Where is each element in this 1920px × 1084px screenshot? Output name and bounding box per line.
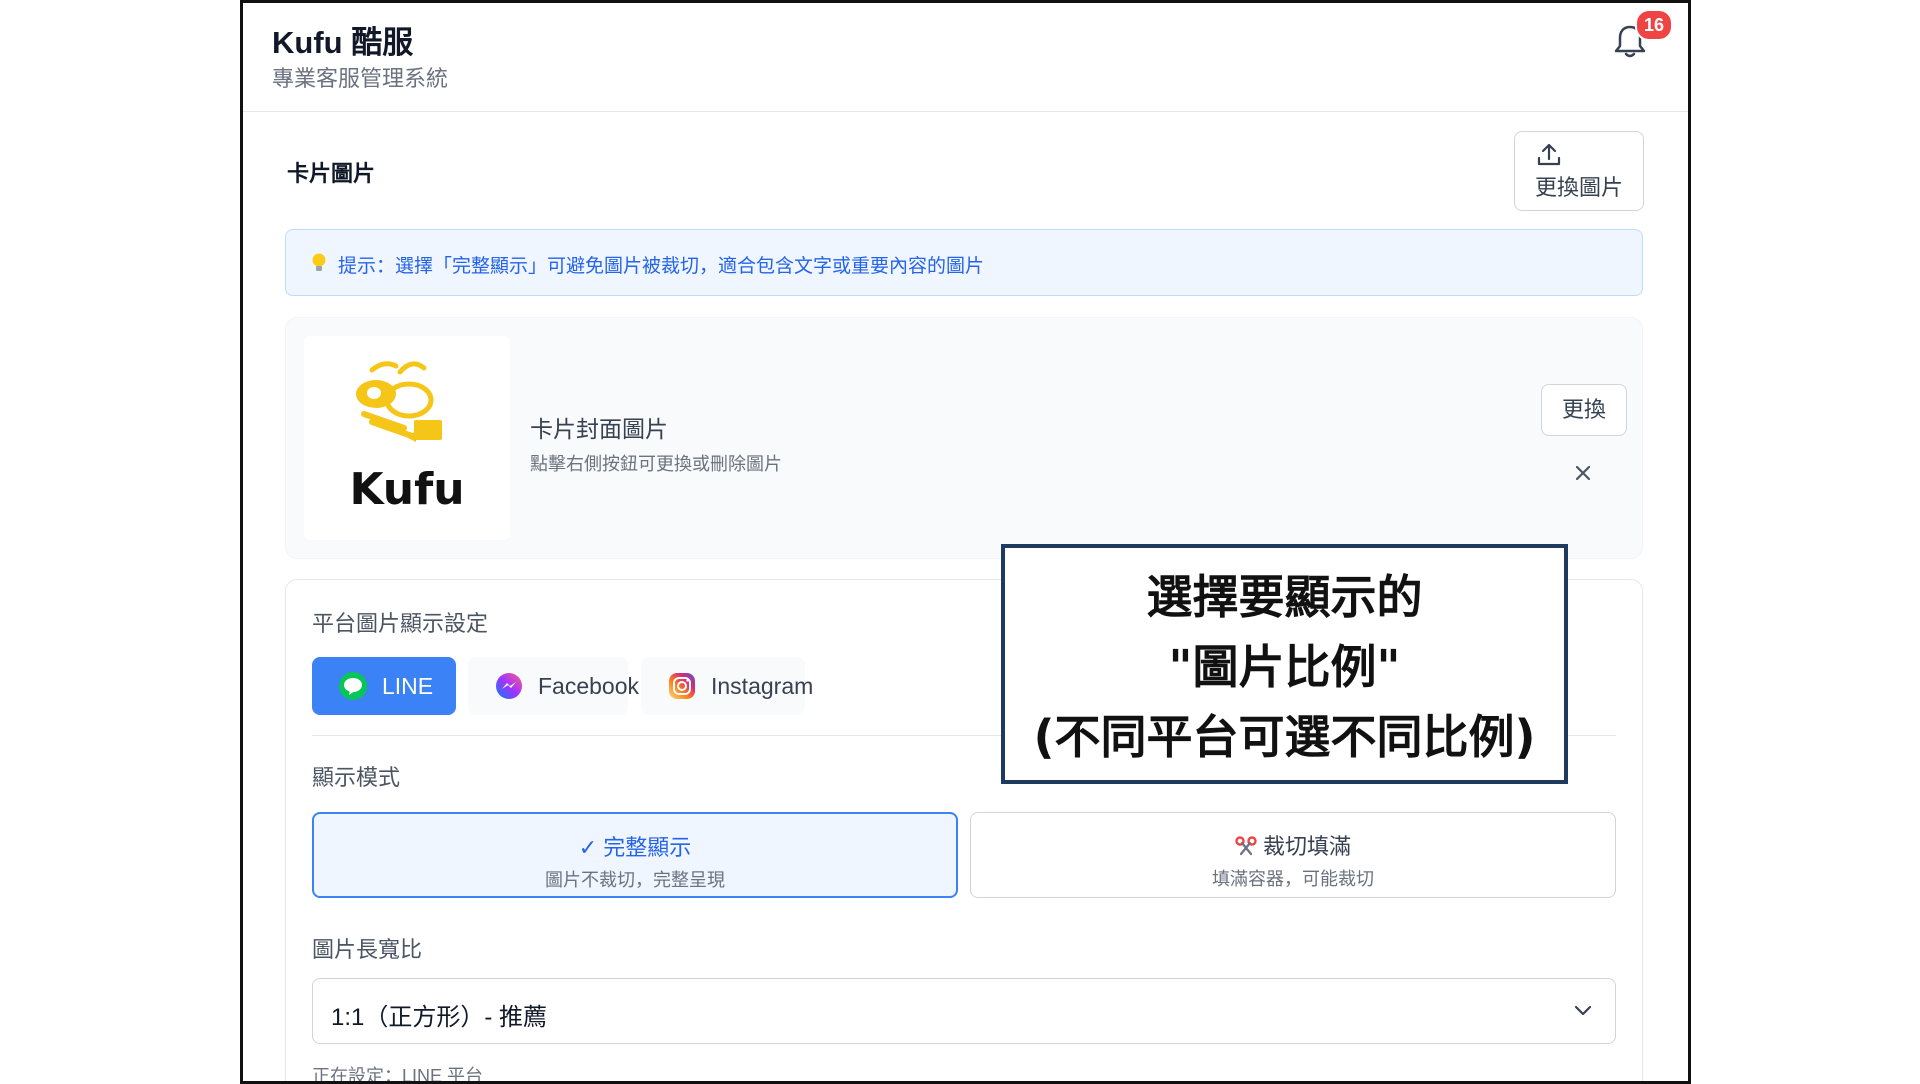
aspect-ratio-select[interactable]: 1:1（正方形）- 推薦: [312, 978, 1616, 1044]
app-header: Kufu 酷服 專業客服管理系統 16: [243, 3, 1688, 112]
app-subtitle: 專業客服管理系統: [272, 66, 449, 91]
chevron-down-icon: [1574, 1005, 1592, 1016]
display-mode-title: 顯示模式: [312, 765, 401, 790]
scissors-icon: [1235, 836, 1257, 856]
mode-crop-title: 裁切填滿: [1262, 834, 1351, 859]
tab-facebook[interactable]: Facebook: [468, 657, 639, 715]
upload-icon: [1537, 143, 1561, 166]
lightbulb-icon: [312, 253, 326, 271]
cover-description: 點擊右側按鈕可更換或刪除圖片: [530, 454, 782, 474]
aspect-ratio-note: 正在設定：LINE 平台: [312, 1066, 484, 1084]
change-image-label: 更換圖片: [1534, 175, 1623, 200]
tip-text: 提示：選擇「完整顯示」可避免圖片被裁切，適合包含文字或重要內容的圖片: [338, 256, 985, 277]
annotation-callout: 選擇要顯示的 "圖片比例" (不同平台可選不同比例): [1001, 544, 1568, 784]
tab-instagram-label: Instagram: [711, 673, 814, 699]
line-icon: [339, 672, 367, 700]
callout-line-3: (不同平台可選不同比例): [1033, 710, 1536, 764]
callout-line-2: "圖片比例": [1168, 640, 1401, 694]
platform-settings-title: 平台圖片顯示設定: [312, 611, 489, 636]
messenger-icon: [496, 673, 522, 699]
close-icon[interactable]: [1568, 458, 1598, 488]
tab-line[interactable]: LINE: [312, 657, 456, 715]
replace-button[interactable]: 更換: [1541, 384, 1627, 436]
tab-instagram[interactable]: Instagram: [641, 657, 813, 715]
section-label-card-image: 卡片圖片: [287, 161, 376, 186]
mode-full-desc: 圖片不裁切，完整呈現: [545, 870, 725, 890]
app-title: Kufu 酷服: [272, 25, 414, 60]
cover-thumbnail[interactable]: Kufu: [304, 336, 510, 540]
aspect-ratio-title: 圖片長寬比: [312, 937, 423, 962]
logo-wordmark: Kufu: [349, 464, 464, 515]
mode-full-display[interactable]: ✓ 完整顯示 圖片不裁切，完整呈現: [312, 812, 958, 898]
mode-full-title: ✓ 完整顯示: [578, 835, 692, 860]
kufu-logo: Kufu: [349, 361, 465, 515]
mode-crop-heading: 裁切填滿: [971, 829, 1615, 861]
aspect-ratio-value: 1:1（正方形）- 推薦: [331, 1004, 548, 1031]
tab-facebook-label: Facebook: [538, 673, 640, 699]
callout-line-1: 選擇要顯示的: [1146, 570, 1423, 624]
change-image-button[interactable]: 更換圖片: [1514, 131, 1644, 211]
mode-crop-desc: 填滿容器，可能裁切: [1212, 869, 1374, 889]
notification-badge: 16: [1635, 9, 1673, 41]
tab-line-label: LINE: [382, 673, 434, 699]
instagram-icon: [669, 673, 695, 699]
mode-crop-fill[interactable]: 裁切填滿 填滿容器，可能裁切: [970, 812, 1616, 898]
cover-title: 卡片封面圖片: [530, 416, 668, 442]
app-window: Kufu 酷服 專業客服管理系統 16 卡片圖片 更換圖片 提示：選擇「完整顯示…: [240, 0, 1691, 1084]
cover-image-card: Kufu 卡片封面圖片 點擊右側按鈕可更換或刪除圖片 更換: [285, 317, 1643, 559]
tip-banner: 提示：選擇「完整顯示」可避免圖片被裁切，適合包含文字或重要內容的圖片: [285, 229, 1643, 296]
